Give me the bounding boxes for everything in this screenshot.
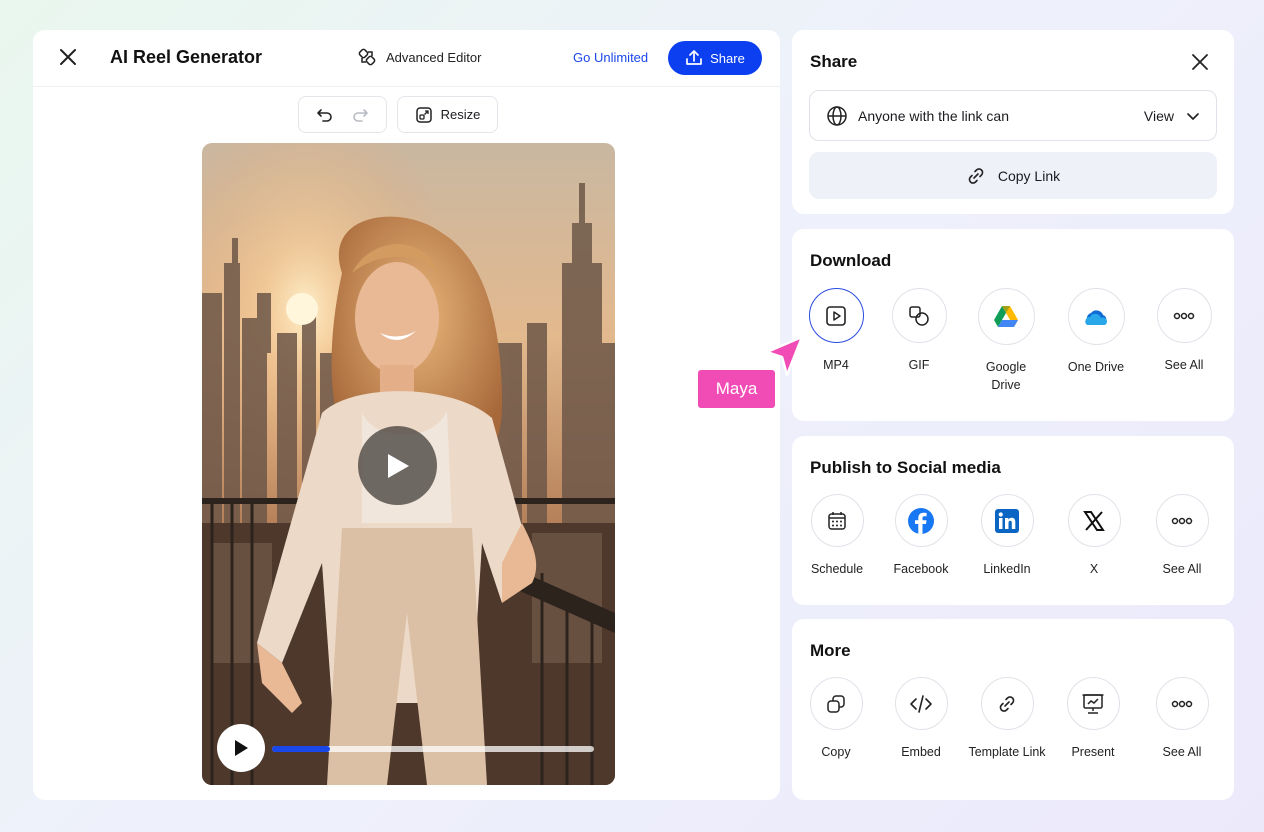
more-panel: More Copy Embed Template Link Present Se…	[792, 619, 1234, 800]
code-icon	[910, 694, 932, 713]
social-linkedin-label: LinkedIn	[983, 562, 1031, 576]
more-title: More	[810, 641, 851, 660]
play-overlay-button[interactable]	[358, 426, 437, 505]
onedrive-icon	[1085, 309, 1108, 325]
resize-label: Resize	[440, 107, 481, 122]
resize-icon	[415, 106, 432, 123]
share-panel-title: Share	[810, 52, 858, 71]
more-see-all-label: See All	[1162, 745, 1202, 759]
social-schedule-label: Schedule	[810, 562, 864, 576]
play-icon	[387, 453, 409, 478]
more-dots-icon	[1171, 517, 1193, 524]
advanced-editor-button[interactable]: Advanced Editor	[357, 47, 481, 67]
download-one-drive-label: One Drive	[1067, 360, 1125, 374]
redo-icon[interactable]	[350, 105, 370, 125]
play-icon	[235, 740, 248, 756]
link-access-label: Anyone with the link can	[858, 107, 1009, 124]
facebook-icon	[908, 507, 934, 534]
play-button[interactable]	[217, 724, 265, 772]
go-unlimited-link[interactable]: Go Unlimited	[573, 50, 648, 65]
social-facebook[interactable]: Facebook	[871, 494, 971, 578]
more-embed-label: Embed	[901, 745, 941, 759]
more-dots-icon	[1173, 312, 1195, 319]
advanced-editor-icon	[358, 48, 376, 66]
close-icon[interactable]	[1190, 52, 1210, 72]
share-panel: Share Anyone with the link can View Copy…	[792, 30, 1234, 214]
social-linkedin[interactable]: LinkedIn	[957, 494, 1057, 578]
social-x[interactable]: X	[1044, 494, 1144, 578]
download-mp4-label: MP4	[823, 358, 849, 372]
share-button-label: Share	[710, 50, 745, 66]
social-panel: Publish to Social media Schedule Faceboo…	[792, 436, 1234, 605]
upload-icon	[686, 50, 702, 65]
copy-icon	[827, 694, 845, 713]
presentation-icon	[1082, 693, 1104, 714]
more-present[interactable]: Present	[1043, 677, 1143, 761]
link-access-dropdown[interactable]: Anyone with the link can View	[809, 90, 1217, 141]
resize-button[interactable]: Resize	[397, 96, 498, 133]
editor-topbar: AI Reel Generator Advanced Editor Go Unl…	[33, 30, 780, 87]
playback-progress-fill	[272, 746, 330, 752]
social-x-label: X	[1089, 562, 1099, 576]
download-see-all[interactable]: See All	[1134, 288, 1234, 374]
more-present-label: Present	[1071, 745, 1115, 759]
linkedin-icon	[995, 508, 1019, 533]
copy-link-button[interactable]: Copy Link	[809, 152, 1217, 199]
x-logo-icon	[1083, 510, 1105, 531]
more-template-link-label: Template Link	[968, 745, 1046, 759]
more-embed[interactable]: Embed	[871, 677, 971, 761]
more-see-all[interactable]: See All	[1132, 677, 1232, 761]
video-preview	[202, 143, 615, 785]
link-icon	[968, 167, 984, 184]
playback-progress-bar[interactable]	[272, 746, 594, 752]
download-google-drive[interactable]: Google Drive	[956, 288, 1056, 394]
download-see-all-label: See All	[1164, 358, 1204, 372]
close-icon[interactable]	[57, 46, 79, 68]
play-box-icon	[826, 305, 846, 326]
download-gif-label: GIF	[908, 358, 930, 372]
globe-icon	[827, 105, 847, 126]
google-drive-icon	[994, 305, 1018, 327]
download-title: Download	[810, 251, 892, 270]
social-see-all[interactable]: See All	[1132, 494, 1232, 578]
social-facebook-label: Facebook	[893, 562, 949, 576]
more-template-link[interactable]: Template Link	[957, 677, 1057, 761]
more-copy-label: Copy	[821, 745, 851, 759]
editor-panel: AI Reel Generator Advanced Editor Go Unl…	[33, 30, 780, 800]
more-dots-icon	[1171, 700, 1193, 707]
collaborator-name-tag: Maya	[698, 370, 775, 408]
calendar-icon	[828, 511, 846, 530]
download-one-drive[interactable]: One Drive	[1046, 288, 1146, 376]
app-title: AI Reel Generator	[110, 47, 263, 67]
undo-redo-group	[298, 96, 387, 133]
copy-link-label: Copy Link	[997, 167, 1061, 184]
undo-icon[interactable]	[315, 105, 335, 125]
download-google-drive-label: Google Drive	[985, 360, 1027, 392]
advanced-editor-label: Advanced Editor	[386, 49, 482, 65]
gif-shapes-icon	[909, 305, 929, 326]
download-gif[interactable]: GIF	[869, 288, 969, 374]
link-access-value: View	[1143, 107, 1174, 124]
chevron-down-icon	[1187, 112, 1199, 120]
social-title: Publish to Social media	[810, 458, 1001, 477]
link-icon	[999, 695, 1015, 712]
share-button[interactable]: Share	[668, 41, 762, 75]
social-see-all-label: See All	[1162, 562, 1202, 576]
download-panel: Download MP4 GIF Google Drive One Drive …	[792, 229, 1234, 421]
